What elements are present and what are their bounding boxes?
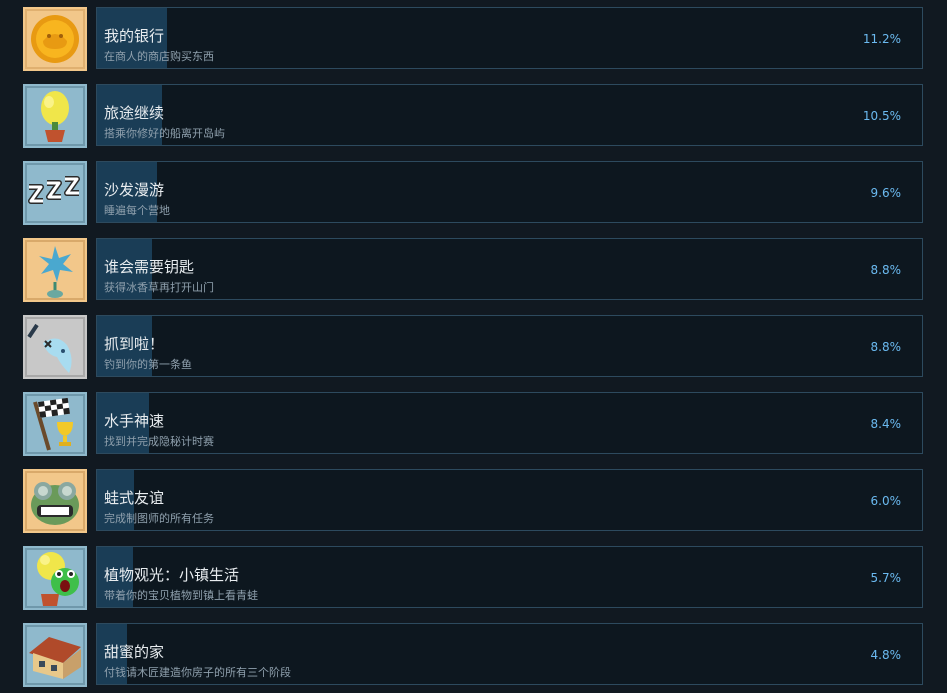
achievement-title: 抓到啦！ [104, 335, 165, 353]
achievement-title: 植物观光：小镇生活 [104, 566, 240, 584]
achievement-percent: 11.2% [862, 32, 901, 46]
achievement-row: 抓到啦！ 钓到你的第一条鱼 8.8% [0, 315, 947, 381]
achievement-percent: 8.8% [870, 340, 902, 354]
achievement-row: 我的银行在商人的商店购买东西 11.2% [0, 7, 947, 73]
achievement-description: 带着你的宝贝植物到镇上看青蛙 [104, 589, 258, 602]
achievement-row: 甜蜜的家付钱请木匠建造你房子的所有三个阶段 4.8% [0, 623, 947, 689]
achievement-title: 谁会需要钥匙 [104, 258, 195, 276]
achievement-description: 获得冰香草再打开山门 [104, 281, 214, 294]
achievement-percent: 6.0% [870, 494, 902, 508]
achievement-progress-bar: 沙发漫游睡遍每个营地 9.6% [96, 161, 923, 223]
achievement-title: 甜蜜的家 [104, 643, 165, 661]
zzz-sleep-icon [23, 161, 87, 225]
achievement-progress-bar: 抓到啦！ 钓到你的第一条鱼 8.8% [96, 315, 923, 377]
achievement-title: 蛙式友谊 [104, 489, 165, 507]
achievement-row: 水手神速找到并完成隐秘计时赛 8.4% [0, 392, 947, 458]
achievement-title: 旅途继续 [104, 104, 165, 122]
ice-flower-icon [23, 238, 87, 302]
achievement-title: 水手神速 [104, 412, 165, 430]
achievement-description: 钓到你的第一条鱼 [104, 358, 192, 371]
achievement-percent: 5.7% [870, 571, 902, 585]
achievement-percent: 8.4% [870, 417, 902, 431]
achievement-percent: 9.6% [870, 186, 902, 200]
coin-icon [23, 7, 87, 71]
achievement-progress-bar: 甜蜜的家付钱请木匠建造你房子的所有三个阶段 4.8% [96, 623, 923, 685]
achievement-title: 沙发漫游 [104, 181, 165, 199]
achievement-progress-bar: 水手神速找到并完成隐秘计时赛 8.4% [96, 392, 923, 454]
achievement-row: 植物观光：小镇生活带着你的宝贝植物到镇上看青蛙 5.7% [0, 546, 947, 612]
fish-icon [23, 315, 87, 379]
achievement-list: 我的银行在商人的商店购买东西 11.2% 旅途继续搭乘你修好的船离开岛屿 10.5%… [0, 0, 947, 693]
yellow-plant-icon [23, 84, 87, 148]
achievement-description: 睡遍每个营地 [104, 204, 170, 217]
achievement-description: 在商人的商店购买东西 [104, 50, 214, 63]
achievement-progress-bar: 谁会需要钥匙获得冰香草再打开山门 8.8% [96, 238, 923, 300]
achievement-progress-bar: 我的银行在商人的商店购买东西 11.2% [96, 7, 923, 69]
achievement-description: 付钱请木匠建造你房子的所有三个阶段 [104, 666, 291, 679]
achievement-description: 完成制图师的所有任务 [104, 512, 214, 525]
achievement-row: 蛙式友谊完成制图师的所有任务 6.0% [0, 469, 947, 535]
achievement-row: 谁会需要钥匙获得冰香草再打开山门 8.8% [0, 238, 947, 304]
achievement-description: 找到并完成隐秘计时赛 [104, 435, 214, 448]
achievement-progress-bar: 植物观光：小镇生活带着你的宝贝植物到镇上看青蛙 5.7% [96, 546, 923, 608]
house-icon [23, 623, 87, 687]
frog-face-icon [23, 469, 87, 533]
achievement-row: 旅途继续搭乘你修好的船离开岛屿 10.5% [0, 84, 947, 150]
achievement-title: 我的银行 [104, 27, 165, 45]
achievement-percent: 10.5% [862, 109, 901, 123]
achievement-progress-bar: 旅途继续搭乘你修好的船离开岛屿 10.5% [96, 84, 923, 146]
achievement-progress-bar: 蛙式友谊完成制图师的所有任务 6.0% [96, 469, 923, 531]
checkered-flag-trophy-icon [23, 392, 87, 456]
achievement-description: 搭乘你修好的船离开岛屿 [104, 127, 225, 140]
achievement-percent: 4.8% [870, 648, 902, 662]
achievement-row: 沙发漫游睡遍每个营地 9.6% [0, 161, 947, 227]
plant-frog-icon [23, 546, 87, 610]
achievement-percent: 8.8% [870, 263, 902, 277]
